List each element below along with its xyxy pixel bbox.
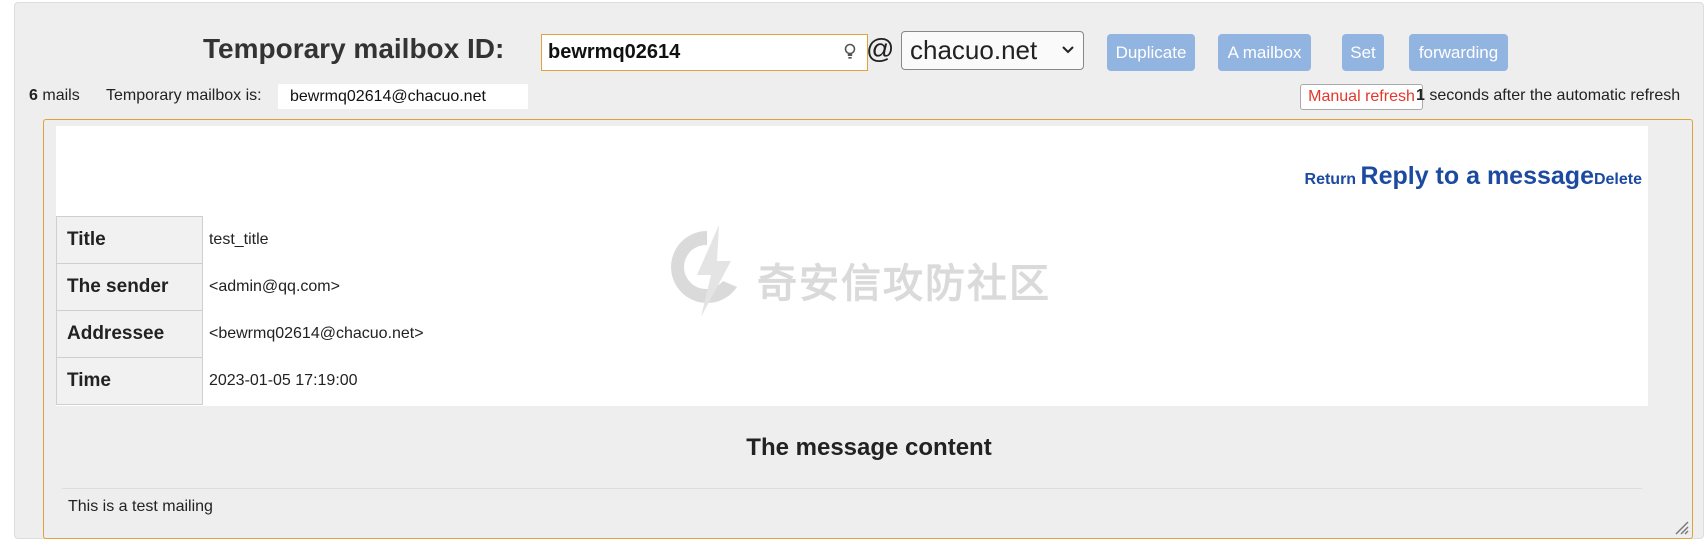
auto-refresh-count: 1 xyxy=(1416,87,1425,104)
field-label: The sender xyxy=(56,263,203,311)
table-row: Time 2023-01-05 17:19:00 xyxy=(56,357,1648,405)
mail-actions: Return Reply to a messageDelete xyxy=(1305,162,1642,191)
mail-count: 6 mails xyxy=(29,87,80,105)
manual-refresh-button[interactable]: Manual refresh xyxy=(1300,84,1423,110)
field-label: Time xyxy=(56,357,203,405)
watermark-logo-icon xyxy=(671,225,737,317)
chevron-down-icon xyxy=(1062,46,1074,54)
set-button[interactable]: Set xyxy=(1342,34,1384,71)
mail-panel: Return Reply to a messageDelete Title te… xyxy=(43,119,1693,539)
auto-refresh-status: 1 seconds after the automatic refresh xyxy=(1416,87,1680,105)
mailbox-address[interactable]: bewrmq02614@chacuo.net xyxy=(278,84,528,109)
resize-handle-icon[interactable] xyxy=(1672,518,1690,536)
at-sign: @ xyxy=(866,33,895,64)
message-content-body: This is a test mailing xyxy=(68,498,213,515)
mailbox-id-input[interactable] xyxy=(542,35,832,70)
mail-count-suffix: mails xyxy=(42,87,80,104)
mail-app: Temporary mailbox ID: @ chacuo.net Dupli… xyxy=(14,2,1704,539)
watermark: 奇安信攻防社区 xyxy=(667,225,1067,321)
duplicate-button[interactable]: Duplicate xyxy=(1107,34,1195,71)
field-label: Title xyxy=(56,216,203,264)
forwarding-button[interactable]: forwarding xyxy=(1409,34,1508,71)
watermark-text: 奇安信攻防社区 xyxy=(757,262,1051,306)
page-title: Temporary mailbox ID: xyxy=(203,33,505,64)
a-mailbox-button[interactable]: A mailbox xyxy=(1218,34,1311,71)
mail-count-number: 6 xyxy=(29,87,38,104)
domain-select-value: chacuo.net xyxy=(910,35,1038,65)
divider xyxy=(62,488,1642,489)
mailbox-address-label: Temporary mailbox is: xyxy=(106,87,262,104)
mailbox-id-field[interactable] xyxy=(541,34,868,71)
auto-refresh-text: seconds after the automatic refresh xyxy=(1429,87,1681,104)
lightbulb-icon xyxy=(844,43,856,59)
reply-link[interactable]: Reply to a message xyxy=(1361,162,1594,190)
return-link[interactable]: Return xyxy=(1305,171,1357,188)
delete-link[interactable]: Delete xyxy=(1594,171,1642,188)
field-label: Addressee xyxy=(56,310,203,358)
message-content-heading: The message content xyxy=(746,434,992,461)
field-value: 2023-01-05 17:19:00 xyxy=(201,357,1648,405)
domain-select[interactable]: chacuo.net xyxy=(901,31,1084,70)
